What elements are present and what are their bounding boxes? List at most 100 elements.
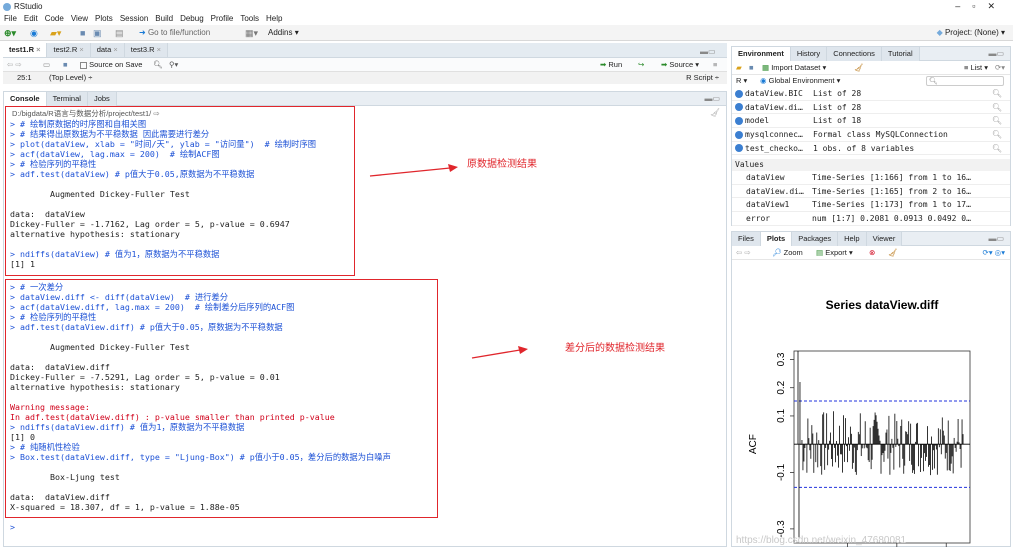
rerun-icon[interactable]: ↪: [638, 58, 644, 72]
environment-selector[interactable]: ◉ Global Environment ▾: [760, 75, 840, 87]
tab-terminal[interactable]: Terminal: [46, 92, 88, 106]
tab-tutorial[interactable]: Tutorial: [881, 47, 920, 61]
env-row[interactable]: dataView.di… List of 28 🔍︎: [732, 101, 1010, 115]
view-data-icon[interactable]: 🔍︎: [992, 128, 1002, 141]
save-icon[interactable]: ■: [80, 28, 85, 38]
tab-environment[interactable]: Environment: [732, 47, 791, 61]
menu-build[interactable]: Build: [155, 14, 173, 23]
tab-test1-r[interactable]: test1.R ×: [3, 43, 48, 57]
env-var-value: Time-Series [1:173] from 1 to 17…: [812, 200, 971, 210]
goto-file-input[interactable]: ➜ Go to file/function: [139, 28, 210, 37]
grid-icon[interactable]: ▦▾: [245, 28, 258, 39]
run-button[interactable]: ➡ Run: [600, 58, 622, 72]
export-button[interactable]: ▤ Export ▾: [816, 246, 853, 260]
tab-help[interactable]: Help: [838, 232, 867, 246]
open-file-icon[interactable]: ▰▾: [50, 28, 61, 39]
view-data-icon[interactable]: 🔍︎: [992, 142, 1002, 155]
env-search-input[interactable]: 🔍︎: [926, 76, 1004, 86]
tab-files[interactable]: Files: [732, 232, 761, 246]
close-tab-icon[interactable]: ×: [155, 45, 161, 54]
project-button[interactable]: ◆ Project: (None) ▾: [937, 28, 1005, 37]
clear-env-icon[interactable]: 🧹︎: [854, 61, 864, 75]
addins-button[interactable]: Addins ▾: [268, 28, 299, 37]
view-data-icon[interactable]: 🔍︎: [992, 87, 1002, 100]
refresh-env-icon[interactable]: ⟳▾: [995, 61, 1005, 75]
menu-code[interactable]: Code: [45, 14, 64, 23]
language-selector[interactable]: R ▾: [736, 75, 747, 87]
expand-icon[interactable]: [735, 116, 743, 125]
view-mode-selector[interactable]: ≡ List ▾: [964, 61, 988, 75]
print-icon[interactable]: ▤: [115, 28, 124, 39]
minimize-plots-icon[interactable]: ▬▭: [988, 234, 1004, 243]
close-tab-icon[interactable]: ×: [34, 45, 40, 54]
import-dataset-button[interactable]: ▦ Import Dataset ▾: [762, 61, 826, 75]
env-row[interactable]: mysqlconnec… Formal class MySQLConnection…: [732, 128, 1010, 142]
menu-profile[interactable]: Profile: [211, 14, 234, 23]
menu-debug[interactable]: Debug: [180, 14, 204, 23]
search-icon[interactable]: 🔍︎: [153, 58, 163, 72]
save-all-icon[interactable]: ▣: [93, 28, 102, 39]
remove-plot-icon[interactable]: ⊗: [869, 246, 875, 260]
tab-test3-r[interactable]: test3.R ×: [124, 43, 169, 57]
env-row[interactable]: dataView Time-Series [1:166] from 1 to 16…: [732, 171, 1010, 185]
wand-icon[interactable]: ⚲▾: [169, 58, 178, 72]
tab-jobs[interactable]: Jobs: [87, 92, 117, 106]
clear-plots-icon[interactable]: 🧹︎: [888, 246, 898, 260]
minimize-env-icon[interactable]: ▬▭: [988, 49, 1004, 58]
menu-session[interactable]: Session: [120, 14, 148, 23]
tab-history[interactable]: History: [790, 47, 828, 61]
clear-console-icon[interactable]: 🧹︎: [710, 108, 720, 117]
env-row[interactable]: test_checko… 1 obs. of 8 variables 🔍︎: [732, 142, 1010, 156]
env-row[interactable]: error num [1:7] 0.2081 0.0913 0.0492 0…: [732, 212, 1010, 226]
load-workspace-icon[interactable]: ▰: [736, 61, 742, 75]
tab-data[interactable]: data ×: [90, 43, 125, 57]
view-data-icon[interactable]: 🔍︎: [992, 101, 1002, 114]
env-row[interactable]: model List of 18 🔍︎: [732, 114, 1010, 129]
zoom-button[interactable]: 🔎︎ Zoom: [772, 246, 803, 260]
source-on-save-checkbox[interactable]: Source on Save: [80, 58, 142, 72]
tab-label: test2.R: [53, 45, 78, 54]
expand-icon[interactable]: [735, 103, 743, 112]
expand-icon[interactable]: [735, 89, 743, 98]
prev-plot-icon[interactable]: ⇦ ⇨: [736, 246, 751, 260]
env-row[interactable]: dataView1 Time-Series [1:173] from 1 to 1…: [732, 198, 1010, 213]
close-tab-icon[interactable]: ×: [111, 45, 117, 54]
minimize-console-icon[interactable]: ▬▭: [704, 94, 720, 103]
menu-tools[interactable]: Tools: [240, 14, 259, 23]
options-icon[interactable]: ≡: [713, 58, 717, 72]
tab-packages[interactable]: Packages: [792, 232, 839, 246]
source-button[interactable]: ➡ Source ▾: [661, 58, 699, 72]
tab-viewer[interactable]: Viewer: [866, 232, 903, 246]
tab-test2-r[interactable]: test2.R ×: [47, 43, 91, 57]
show-in-window-icon[interactable]: ▭: [43, 58, 50, 72]
minimize-pane-icon[interactable]: ▬▭: [700, 47, 716, 56]
menu-plots[interactable]: Plots: [95, 14, 113, 23]
tab-console[interactable]: Console: [4, 92, 47, 106]
window-controls[interactable]: –▫✕: [955, 0, 1007, 13]
open-project-icon[interactable]: ◉: [30, 28, 38, 39]
save-workspace-icon[interactable]: ■: [749, 61, 754, 75]
save-icon[interactable]: ■: [63, 58, 68, 72]
menu-view[interactable]: View: [71, 14, 88, 23]
search-icon: 🔍︎: [929, 78, 938, 85]
console-prompt[interactable]: >: [10, 522, 720, 532]
menu-file[interactable]: File: [4, 14, 17, 23]
new-file-icon[interactable]: ⊕▾: [4, 28, 16, 39]
env-row[interactable]: dataView.di… Time-Series [1:165] from 2 t…: [732, 185, 1010, 199]
tab-plots[interactable]: Plots: [760, 232, 793, 246]
expand-icon[interactable]: [735, 144, 743, 153]
view-data-icon[interactable]: 🔍︎: [992, 114, 1002, 127]
close-tab-icon[interactable]: ×: [77, 45, 83, 54]
menu-edit[interactable]: Edit: [24, 14, 38, 23]
menu-bar: File Edit Code View Plots Session Build Debug Pr…: [0, 13, 1013, 25]
tab-label: Help: [844, 234, 860, 243]
back-icon[interactable]: ⇦ ⇨: [7, 58, 22, 72]
env-row[interactable]: dataView.BIC List of 28 🔍︎: [732, 87, 1010, 101]
tab-connections[interactable]: Connections: [827, 47, 882, 61]
expand-icon[interactable]: [735, 130, 743, 139]
refresh-plot-icon[interactable]: ⟳▾ ◎▾: [983, 246, 1005, 260]
file-type-selector[interactable]: R Script ÷: [686, 72, 719, 84]
y-tick-label: 0.3: [776, 352, 787, 366]
scope-selector[interactable]: (Top Level) ÷: [49, 72, 92, 84]
menu-help[interactable]: Help: [266, 14, 282, 23]
